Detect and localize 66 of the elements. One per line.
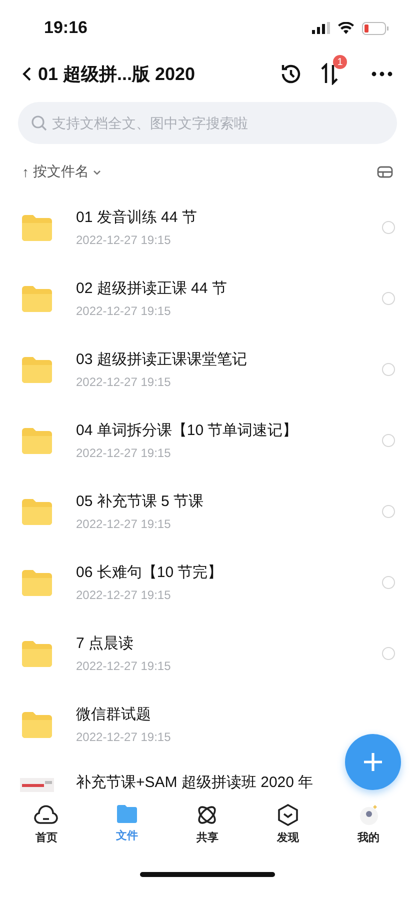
modified-date: 2022-12-27 19:15 (76, 233, 172, 247)
avatar-icon (358, 804, 380, 826)
folder-icon (20, 640, 54, 668)
select-checkbox[interactable] (382, 363, 395, 376)
folder-icon (20, 568, 54, 596)
modified-date: 2022-12-27 19:15 (76, 375, 172, 389)
select-checkbox[interactable] (382, 221, 395, 234)
history-button[interactable] (279, 62, 303, 86)
file-name: 04 单词拆分课【10 节单词速记】 (76, 421, 299, 440)
sort-button[interactable]: ↑ 按文件名 (22, 163, 101, 181)
folder-icon (20, 214, 54, 242)
modified-date: 2022-12-27 19:15 (76, 517, 172, 531)
file-name: 7 点晨读 (76, 634, 135, 653)
file-row[interactable]: 05 补充节课 5 节课 2022-12-27 19:15 (0, 476, 415, 547)
folder-icon (20, 356, 54, 384)
file-name: 05 补充节课 5 节课 (76, 492, 205, 511)
battery-icon (362, 22, 389, 34)
search-field[interactable]: 支持文档全文、图中文字搜索啦 (18, 102, 397, 144)
hexagon-icon (277, 804, 300, 826)
clock-time: 19:16 (44, 18, 88, 38)
folder-icon (116, 804, 138, 824)
more-button[interactable] (371, 71, 393, 77)
file-row[interactable]: 7 点晨读 2022-12-27 19:15 (0, 618, 415, 689)
folder-title: 01 超级拼...版 2020 (38, 63, 196, 86)
tab[interactable]: 共享 (167, 800, 248, 860)
select-checkbox[interactable] (382, 647, 395, 660)
tab[interactable]: 发现 (248, 800, 328, 860)
wifi-icon (338, 22, 354, 34)
file-name: 01 发音训练 44 节 (76, 208, 198, 227)
modified-date: 2022-12-27 19:15 (76, 588, 172, 602)
folder-icon (20, 284, 54, 312)
file-row[interactable]: 02 超级拼读正课 44 节 2022-12-27 19:15 (0, 263, 415, 334)
tab[interactable]: 首页 (6, 800, 87, 860)
signal-icon (312, 22, 330, 34)
select-checkbox[interactable] (382, 292, 395, 305)
file-name: 补充节课+SAM 超级拼读班 2020 年 (76, 773, 314, 792)
modified-date: 2022-12-27 19:15 (76, 730, 172, 744)
file-name: 06 长难句【10 节完】 (76, 563, 224, 582)
file-row[interactable]: 03 超级拼读正课课堂笔记 2022-12-27 19:15 (0, 334, 415, 405)
notification-badge: 1 (333, 55, 347, 69)
back-button[interactable] (22, 66, 32, 82)
select-checkbox[interactable] (382, 505, 395, 518)
file-row[interactable]: 06 长难句【10 节完】 2022-12-27 19:15 (0, 547, 415, 618)
plus-icon (362, 751, 384, 773)
folder-icon (20, 426, 54, 454)
file-row[interactable]: 04 单词拆分课【10 节单词速记】 2022-12-27 19:15 (0, 405, 415, 476)
cloud-icon (34, 804, 58, 826)
search-icon (31, 115, 47, 131)
modified-date: 2022-12-27 19:15 (76, 446, 172, 460)
file-name: 03 超级拼读正课课堂笔记 (76, 350, 248, 369)
folder-icon (20, 498, 54, 526)
orbit-icon (196, 804, 218, 826)
file-name: 02 超级拼读正课 44 节 (76, 279, 228, 298)
folder-icon (20, 710, 54, 738)
file-row[interactable]: 补充节课+SAM 超级拼读班 2020 年 (0, 760, 415, 792)
tab[interactable]: 我的 (328, 800, 409, 860)
add-button[interactable] (345, 734, 401, 790)
file-name: 微信群试题 (76, 705, 152, 724)
caret-icon (93, 170, 101, 174)
view-toggle-icon[interactable] (377, 166, 393, 178)
file-row[interactable]: 微信群试题 2022-12-27 19:15 (0, 689, 415, 760)
file-row[interactable]: 01 发音训练 44 节 2022-12-27 19:15 (0, 192, 415, 263)
modified-date: 2022-12-27 19:15 (76, 304, 172, 318)
modified-date: 2022-12-27 19:15 (76, 659, 172, 673)
select-checkbox[interactable] (382, 576, 395, 589)
select-checkbox[interactable] (382, 434, 395, 447)
